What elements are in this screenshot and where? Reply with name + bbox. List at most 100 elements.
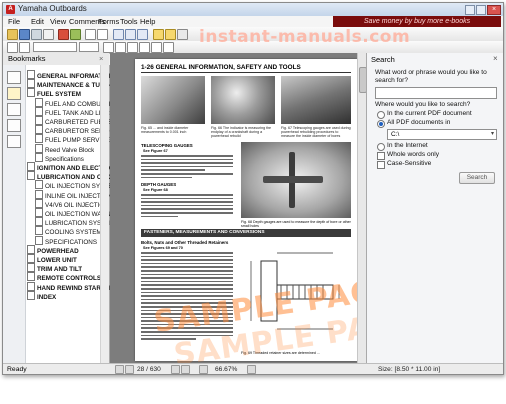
radio-internet[interactable] <box>377 143 385 151</box>
stamp-icon[interactable] <box>151 42 162 53</box>
export-icon[interactable] <box>70 29 81 40</box>
menu-edit[interactable]: Edit <box>31 16 44 27</box>
line-tool-icon[interactable] <box>115 42 126 53</box>
next-page-icon[interactable] <box>171 365 180 374</box>
undo-icon[interactable] <box>85 29 96 40</box>
bookmark-item[interactable]: TRIM AND TILT <box>27 263 82 273</box>
figure-67-caption: Fig. 67 Telescoping gauges are used duri… <box>281 126 351 139</box>
bookmark-label: Specifications <box>45 155 84 162</box>
attach-file-icon[interactable] <box>163 42 174 53</box>
checkbox-whole-words[interactable] <box>377 152 385 160</box>
oval-tool-icon[interactable] <box>139 42 150 53</box>
print-icon[interactable] <box>31 29 42 40</box>
bookmark-item[interactable]: COOLING SYSTEM <box>35 226 102 236</box>
bookmark-page-icon <box>35 116 43 125</box>
bookmark-item[interactable]: FUEL PUMP SERVICE <box>35 134 110 144</box>
zoom-out-icon[interactable] <box>199 365 208 374</box>
font-size-select[interactable] <box>79 42 99 52</box>
email-icon[interactable] <box>43 29 54 40</box>
bookmark-item[interactable]: REMOTE CONTROLS <box>27 272 102 282</box>
search-panel: Search × What word or phrase would you l… <box>366 53 503 363</box>
figure-68-caption: Fig. 68 Depth gauges are used to measure… <box>241 220 351 229</box>
close-window-button[interactable]: × <box>487 5 501 15</box>
bookmark-item[interactable]: Reed Valve Block <box>35 143 94 153</box>
bookmark-item[interactable]: SPECIFICATIONS <box>35 235 97 245</box>
whole-words-label: Whole words only <box>387 151 440 158</box>
bookmark-label: POWERHEAD <box>37 247 79 254</box>
search-button[interactable]: Search <box>459 172 495 184</box>
pages-icon[interactable] <box>7 71 21 84</box>
bookmark-item[interactable]: FUEL SYSTEM <box>27 88 81 98</box>
highlight-icon[interactable] <box>165 29 176 40</box>
snapshot-icon[interactable] <box>137 29 148 40</box>
bookmark-page-icon <box>35 208 43 217</box>
minimize-button[interactable] <box>465 5 475 15</box>
pencil-icon[interactable] <box>103 42 114 53</box>
radio-current-document[interactable] <box>377 111 385 119</box>
hand-tool-icon[interactable] <box>113 29 124 40</box>
zoom-level[interactable]: 66.67% <box>215 364 237 374</box>
page-heading: 1-26 GENERAL INFORMATION, SAFETY AND TOO… <box>141 64 301 71</box>
radio-all-pdf[interactable] <box>377 120 385 128</box>
bookmark-item[interactable]: INDEX <box>27 290 56 300</box>
page-indicator[interactable]: 28 / 630 <box>137 364 161 374</box>
prev-page-icon[interactable] <box>125 365 134 374</box>
redo-icon[interactable] <box>97 29 108 40</box>
find-icon[interactable] <box>177 29 188 40</box>
bookmark-page-icon <box>35 125 43 135</box>
layers-icon[interactable] <box>7 119 21 132</box>
bookmarks-icon[interactable] <box>7 87 21 100</box>
bookmark-item[interactable]: LOWER UNIT <box>27 254 77 263</box>
see-figures-69-70: See Figures 69 and 70 <box>143 246 183 250</box>
ad-banner[interactable]: Save money by buy more e-books <box>333 16 501 27</box>
telescoping-text <box>141 155 233 179</box>
bookmarks-label: Bookmarks <box>8 54 46 63</box>
adobe-reader-icon: A <box>6 5 15 14</box>
bookmark-label: REMOTE CONTROLS <box>37 275 102 282</box>
close-search-icon[interactable]: × <box>493 54 498 63</box>
bookmark-item[interactable]: Specifications <box>35 152 84 162</box>
bookmark-page-icon <box>27 171 35 181</box>
comment-note-icon[interactable] <box>153 29 164 40</box>
folder-select[interactable]: C:\ ▾ <box>387 129 497 140</box>
attachments-icon[interactable] <box>7 103 21 116</box>
first-page-icon[interactable] <box>115 365 124 374</box>
zoom-in-icon[interactable] <box>247 365 256 374</box>
bookmarks-scrollbar[interactable] <box>100 65 109 363</box>
next-view-icon[interactable] <box>19 42 30 53</box>
close-bookmarks-icon[interactable]: × <box>99 53 103 65</box>
chevron-down-icon[interactable]: ▾ <box>491 130 494 139</box>
menu-tools[interactable]: Tools <box>120 16 138 27</box>
comments-icon[interactable] <box>7 135 21 148</box>
bookmark-label: FUEL SYSTEM <box>37 91 81 98</box>
option-all-pdf: All PDF documents in <box>387 119 451 126</box>
section-band-heading: FASTENERS, MEASUREMENTS AND CONVERSIONS <box>141 229 351 237</box>
bookmark-item[interactable]: POWERHEAD <box>27 244 79 254</box>
bookmark-page-icon <box>27 88 35 98</box>
menu-file[interactable]: File <box>8 16 20 27</box>
checkbox-case-sensitive[interactable] <box>377 161 385 169</box>
font-select[interactable] <box>33 42 77 52</box>
bookmark-label: LOWER UNIT <box>37 257 77 263</box>
bookmark-page-icon <box>27 244 35 254</box>
menu-view[interactable]: View <box>50 16 66 27</box>
search-input[interactable] <box>375 87 497 99</box>
save-icon[interactable] <box>19 29 30 40</box>
title-bar: A Yamaha Outboards × <box>3 3 503 17</box>
bookmark-page-icon <box>27 79 35 89</box>
figure-68-photo <box>241 142 351 218</box>
rectangle-tool-icon[interactable] <box>127 42 138 53</box>
menu-help[interactable]: Help <box>140 16 155 27</box>
bookmark-item[interactable]: V4/V6 OIL INJECTION <box>35 198 109 208</box>
bookmark-page-icon <box>35 189 43 199</box>
status-ready: Ready <box>7 366 27 373</box>
last-page-icon[interactable] <box>181 365 190 374</box>
bookmark-page-icon <box>35 97 43 107</box>
open-folder-icon[interactable] <box>7 29 18 40</box>
maximize-button[interactable] <box>476 5 486 15</box>
menu-forms[interactable]: Forms <box>98 16 119 27</box>
select-text-icon[interactable] <box>125 29 136 40</box>
prev-view-icon[interactable] <box>7 42 18 53</box>
create-pdf-icon[interactable] <box>58 29 69 40</box>
bookmark-page-icon <box>27 70 35 79</box>
